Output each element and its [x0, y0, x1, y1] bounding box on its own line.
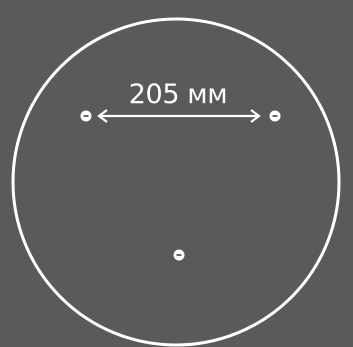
- mounting-hole-center: [173, 249, 185, 261]
- mounting-hole-left: [80, 110, 92, 122]
- plate-outline: [11, 17, 341, 347]
- dimension-label: 205 мм: [129, 79, 227, 110]
- dimension-arrow: [97, 109, 261, 123]
- mounting-hole-right: [269, 110, 281, 122]
- mounting-plate-diagram: 205 мм: [11, 17, 341, 347]
